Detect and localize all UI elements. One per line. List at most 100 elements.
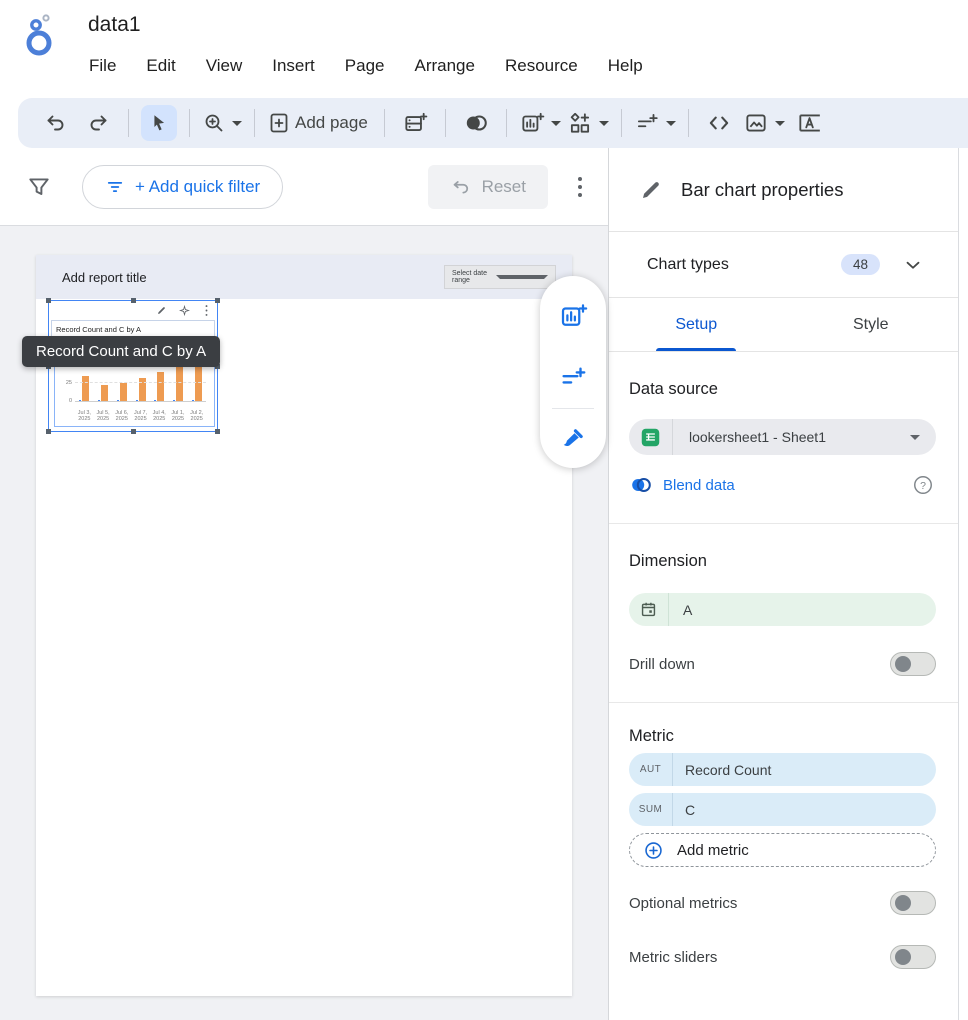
add-chart-button[interactable] xyxy=(519,105,561,141)
bar-c xyxy=(157,372,164,401)
community-visualizations-button[interactable] xyxy=(567,105,609,141)
bar-c xyxy=(101,385,108,401)
filter-bar: + Add quick filter Reset xyxy=(0,148,608,226)
section-divider xyxy=(609,523,958,524)
resize-handle[interactable] xyxy=(215,429,220,434)
dimension-field[interactable]: A xyxy=(629,593,936,626)
aggregation-badge[interactable]: AUT xyxy=(629,753,673,786)
help-icon[interactable]: ? xyxy=(912,474,934,496)
bar-c xyxy=(82,376,89,401)
metric-field[interactable]: SUM C xyxy=(629,793,936,826)
add-control-button[interactable] xyxy=(634,105,676,141)
resize-handle[interactable] xyxy=(46,298,51,303)
drill-down-toggle[interactable] xyxy=(890,652,936,676)
redo-button[interactable] xyxy=(80,105,116,141)
menu-item-page[interactable]: Page xyxy=(330,50,400,82)
chart-types-row[interactable]: Chart types 48 xyxy=(609,232,958,298)
tab-style[interactable]: Style xyxy=(784,298,959,351)
x-axis-label: Jul 6, 2025 xyxy=(112,410,131,423)
toolbar-divider xyxy=(445,109,446,137)
aggregation-badge[interactable]: SUM xyxy=(629,793,673,826)
menu-item-file[interactable]: File xyxy=(74,50,131,82)
calendar-icon xyxy=(639,600,658,619)
tab-setup[interactable]: Setup xyxy=(609,298,784,351)
reset-label: Reset xyxy=(482,177,526,197)
resize-handle[interactable] xyxy=(215,298,220,303)
bar-record-count xyxy=(79,400,81,401)
add-metric-label: Add metric xyxy=(677,842,749,859)
date-range-control[interactable]: Select date range xyxy=(444,265,556,289)
toolbar-divider xyxy=(506,109,507,137)
blend-data-link[interactable]: Blend data xyxy=(663,477,735,494)
x-axis-label: Jul 7, 2025 xyxy=(131,410,150,423)
quick-add-pill xyxy=(540,276,606,468)
add-image-button[interactable] xyxy=(743,105,785,141)
quick-add-chart-button[interactable] xyxy=(555,298,591,334)
community-visualizations-icon xyxy=(567,110,593,136)
y-axis-tick: 0 xyxy=(58,398,72,404)
chevron-down-icon[interactable] xyxy=(902,254,924,276)
data-source-select[interactable]: lookersheet1 - Sheet1 xyxy=(629,419,936,455)
toolbar-divider xyxy=(128,109,129,137)
undo-button[interactable] xyxy=(38,105,74,141)
select-mode-button[interactable] xyxy=(141,105,177,141)
panel-tabs: Setup Style xyxy=(609,298,958,352)
top-header: data1 FileEditViewInsertPageArrangeResou… xyxy=(0,0,968,96)
resize-handle[interactable] xyxy=(131,298,136,303)
add-chart-icon xyxy=(519,110,545,136)
menu-item-edit[interactable]: Edit xyxy=(131,50,190,82)
add-text-button[interactable] xyxy=(791,105,827,141)
zoom-button[interactable] xyxy=(202,105,242,141)
report-title-placeholder[interactable]: Add report title xyxy=(62,270,147,285)
blend-data-button[interactable] xyxy=(458,105,494,141)
document-title[interactable]: data1 xyxy=(88,13,141,37)
toolbar-divider xyxy=(621,109,622,137)
add-page-button[interactable]: Add page xyxy=(267,105,372,141)
google-sheets-icon xyxy=(640,427,661,448)
metric-field[interactable]: AUT Record Count xyxy=(629,753,936,786)
report-canvas[interactable]: Add report title Select date range xyxy=(0,226,608,1020)
menu-item-view[interactable]: View xyxy=(191,50,258,82)
scrollbar-track[interactable] xyxy=(958,148,968,1020)
quick-style-button[interactable] xyxy=(555,421,591,457)
dimension-label: Dimension xyxy=(629,552,936,571)
quick-add-control-button[interactable] xyxy=(555,360,591,396)
add-data-button[interactable] xyxy=(397,105,433,141)
menu-item-resource[interactable]: Resource xyxy=(490,50,593,82)
image-icon xyxy=(743,110,769,136)
edit-pencil-icon[interactable] xyxy=(156,305,167,316)
report-header-strip: Add report title Select date range xyxy=(36,255,572,299)
embed-code-icon xyxy=(706,110,732,136)
embed-code-button[interactable] xyxy=(701,105,737,141)
bar-record-count xyxy=(154,400,156,401)
resize-handle[interactable] xyxy=(46,429,51,434)
menu-item-arrange[interactable]: Arrange xyxy=(399,50,489,82)
add-quick-filter-button[interactable]: + Add quick filter xyxy=(82,165,283,209)
optional-metrics-toggle[interactable] xyxy=(890,891,936,915)
bar-c xyxy=(120,383,127,401)
widget-menu-icon[interactable] xyxy=(202,304,211,317)
metric-sliders-label: Metric sliders xyxy=(629,949,717,966)
menu-item-insert[interactable]: Insert xyxy=(257,50,330,82)
resize-handle[interactable] xyxy=(131,429,136,434)
menu-item-help[interactable]: Help xyxy=(593,50,658,82)
add-page-icon xyxy=(267,111,291,135)
gridline xyxy=(75,382,206,383)
blend-icon xyxy=(629,473,653,497)
chart-tooltip: Record Count and C by A xyxy=(22,336,220,367)
reset-button[interactable]: Reset xyxy=(428,165,548,209)
toolbar-divider xyxy=(254,109,255,137)
looker-studio-logo-icon[interactable] xyxy=(22,13,62,59)
cursor-icon xyxy=(148,112,170,134)
metric-sliders-toggle[interactable] xyxy=(890,945,936,969)
caret-down-icon xyxy=(551,121,561,126)
add-quick-filter-label: + Add quick filter xyxy=(135,177,260,197)
sparkle-icon[interactable] xyxy=(179,305,190,316)
more-options-icon[interactable] xyxy=(570,174,590,200)
add-metric-button[interactable]: Add metric xyxy=(629,833,936,867)
reset-undo-icon xyxy=(450,176,472,198)
panel-header: Bar chart properties xyxy=(609,148,958,232)
undo-icon xyxy=(44,111,68,135)
x-axis-label: Jul 3, 2025 xyxy=(75,410,94,423)
pencil-icon xyxy=(639,178,663,202)
